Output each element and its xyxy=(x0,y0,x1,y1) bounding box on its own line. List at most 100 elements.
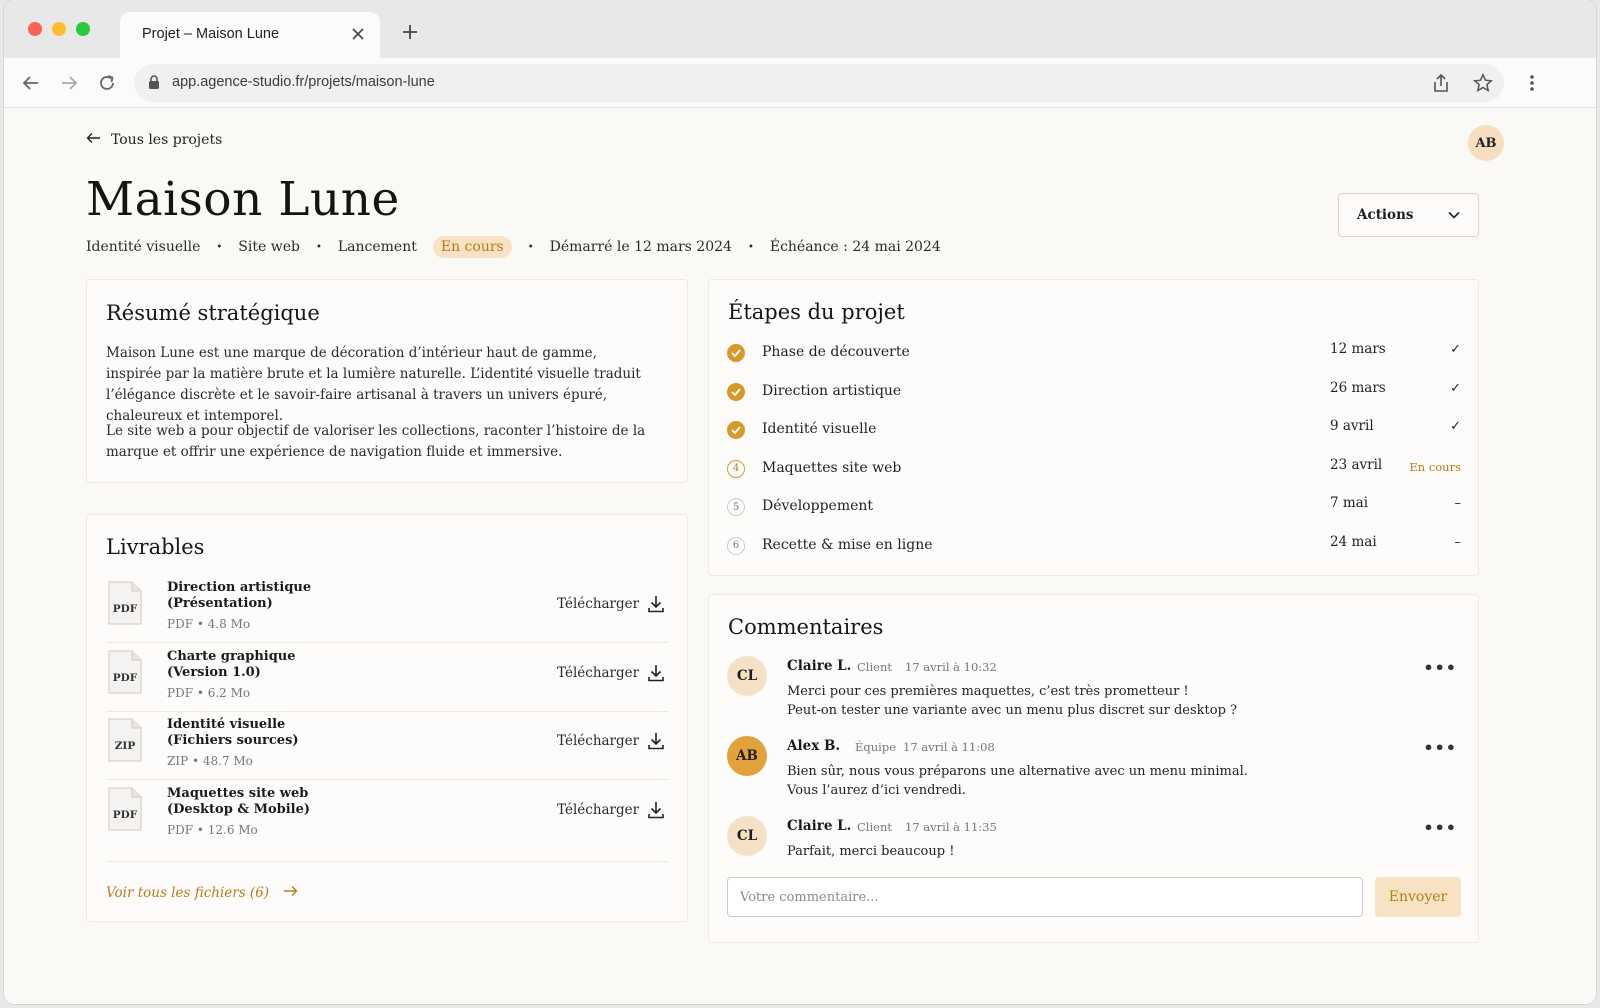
deliverables-card: Livrables PDF Direction artistique (Prése… xyxy=(86,514,688,922)
summary-card: Résumé stratégique Maison Lune est une m… xyxy=(86,279,688,483)
download-button[interactable]: Télécharger xyxy=(557,665,639,681)
download-button[interactable]: Télécharger xyxy=(557,733,639,749)
stage-label: Développement xyxy=(762,498,874,514)
deadline-date: Échéance : 24 mai 2024 xyxy=(769,239,941,255)
more-options-icon[interactable]: ••• xyxy=(1423,658,1457,677)
tab-bar: Projet – Maison Lune xyxy=(4,0,1596,58)
plus-icon[interactable] xyxy=(398,20,422,44)
minimize-window-button[interactable] xyxy=(52,22,66,36)
meta-tag: Site web xyxy=(238,239,300,255)
actions-dropdown[interactable]: Actions xyxy=(1338,193,1479,237)
avatar: CL xyxy=(727,816,767,856)
download-icon[interactable] xyxy=(645,593,667,615)
file-type-label: PDF xyxy=(112,671,138,684)
stage-row: Phase de découverte 12 mars ✓ xyxy=(727,341,1461,365)
comment-timestamp: 17 avril à 11:35 xyxy=(905,820,997,834)
more-options-icon[interactable]: ••• xyxy=(1423,738,1457,757)
comments-title: Commentaires xyxy=(728,615,884,639)
comment-role: Client xyxy=(857,660,892,674)
file-icon: PDF xyxy=(108,787,142,831)
stage-date: 23 avril xyxy=(1330,456,1383,473)
avatar: CL xyxy=(727,656,767,696)
close-icon[interactable] xyxy=(346,22,370,46)
stage-number: 4 xyxy=(727,459,745,478)
stage-status-label: En cours xyxy=(1409,459,1461,474)
check-circle-icon xyxy=(727,421,745,439)
address-bar[interactable]: app.agence-studio.fr/projets/maison-lune xyxy=(134,64,1504,102)
more-options-icon[interactable]: ••• xyxy=(1423,818,1457,837)
view-all-files-link[interactable]: Voir tous les fichiers (6) xyxy=(106,885,298,901)
page-content: Tous les projets AB Maison Lune Identité… xyxy=(4,108,1596,1004)
stage-row: Identité visuelle 9 avril ✓ xyxy=(727,418,1461,442)
stage-date: 9 avril xyxy=(1330,418,1374,434)
share-icon[interactable] xyxy=(1429,71,1453,95)
download-icon[interactable] xyxy=(645,799,667,821)
navigation-bar: app.agence-studio.fr/projets/maison-lune xyxy=(4,58,1596,108)
stage-date: 26 mars xyxy=(1330,379,1386,396)
window-controls xyxy=(28,22,90,36)
back-arrow-icon[interactable] xyxy=(18,70,44,96)
comment-role: Équipe xyxy=(855,740,897,754)
download-button[interactable]: Télécharger xyxy=(557,596,639,612)
checkmark-icon: ✓ xyxy=(1450,380,1461,396)
comment-author: Alex B. xyxy=(787,738,841,754)
avatar: AB xyxy=(727,736,767,776)
stage-pending-dash: – xyxy=(1454,496,1462,511)
comment-text: Bien sûr, nous vous préparons une altern… xyxy=(787,764,1248,798)
arrow-right-icon xyxy=(283,885,298,901)
comments-card: Commentaires CL Claire L. Client 17 avril à… xyxy=(708,594,1479,943)
stage-number: 6 xyxy=(727,536,745,555)
back-to-projects-link[interactable]: Tous les projets xyxy=(86,132,222,148)
send-button[interactable]: Envoyer xyxy=(1375,877,1461,917)
user-avatar[interactable]: AB xyxy=(1468,125,1504,161)
page-title: Maison Lune xyxy=(86,172,400,227)
comment-timestamp: 17 avril à 10:32 xyxy=(905,660,997,674)
download-button[interactable]: Télécharger xyxy=(557,802,639,818)
comment-text: Merci pour ces premières maquettes, c’es… xyxy=(787,684,1237,718)
deliverables-title: Livrables xyxy=(106,535,205,559)
file-meta: PDF • 4.8 Mo xyxy=(167,617,251,631)
meta-tag: Lancement xyxy=(337,239,417,255)
file-row: PDF Direction artistique (Présentation) PD… xyxy=(106,575,669,643)
download-icon[interactable] xyxy=(645,662,667,684)
stage-label: Identité visuelle xyxy=(762,421,877,437)
arrow-left-icon xyxy=(86,132,101,148)
check-circle-icon xyxy=(727,344,745,362)
comment-author: Claire L. xyxy=(787,658,852,674)
forward-arrow-icon[interactable] xyxy=(56,70,82,96)
check-circle-icon xyxy=(727,382,745,401)
reload-icon[interactable] xyxy=(94,70,120,96)
download-icon[interactable] xyxy=(645,730,667,752)
file-row: ZIP Identité visuelle (Fichiers sources) Z… xyxy=(106,712,669,780)
browser-tab[interactable]: Projet – Maison Lune xyxy=(120,12,380,58)
close-window-button[interactable] xyxy=(28,22,42,36)
stage-label: Recette & mise en ligne xyxy=(762,536,933,553)
stage-row: 4 Maquettes site web 23 avril En cours xyxy=(727,457,1461,481)
stage-row: 5 Développement 7 mai – xyxy=(727,495,1461,519)
summary-paragraph: Le site web a pour objectif de valoriser… xyxy=(106,423,646,460)
browser-window: Projet – Maison Lune app.agence-studio.f… xyxy=(4,0,1596,1004)
star-icon[interactable] xyxy=(1471,71,1495,95)
comment-role: Client xyxy=(857,820,892,834)
maximize-window-button[interactable] xyxy=(76,22,90,36)
file-name: Identité visuelle (Fichiers sources) xyxy=(167,717,299,748)
summary-paragraph: Maison Lune est une marque de décoration… xyxy=(106,345,641,424)
back-link-label: Tous les projets xyxy=(111,132,223,148)
chevron-down-icon xyxy=(1448,207,1460,223)
file-meta: PDF • 6.2 Mo xyxy=(167,685,251,700)
comment-input[interactable] xyxy=(727,877,1363,917)
comment-author: Claire L. xyxy=(787,818,852,834)
lock-icon xyxy=(148,75,160,94)
checkmark-icon: ✓ xyxy=(1450,342,1461,357)
kebab-menu-icon[interactable] xyxy=(1519,70,1545,96)
file-meta: PDF • 12.6 Mo xyxy=(167,822,258,837)
status-badge: En cours xyxy=(432,236,512,258)
meta-tag: Identité visuelle xyxy=(86,239,201,255)
file-name: Maquettes site web (Desktop & Mobile) xyxy=(167,785,311,817)
stages-card: Étapes du projet Phase de découverte 12 m… xyxy=(708,279,1479,576)
summary-title: Résumé stratégique xyxy=(106,301,320,325)
stage-date: 24 mai xyxy=(1330,533,1377,550)
stage-date: 7 mai xyxy=(1330,495,1369,511)
stage-row: Direction artistique 26 mars ✓ xyxy=(727,380,1461,404)
url-text: app.agence-studio.fr/projets/maison-lune xyxy=(172,74,435,90)
